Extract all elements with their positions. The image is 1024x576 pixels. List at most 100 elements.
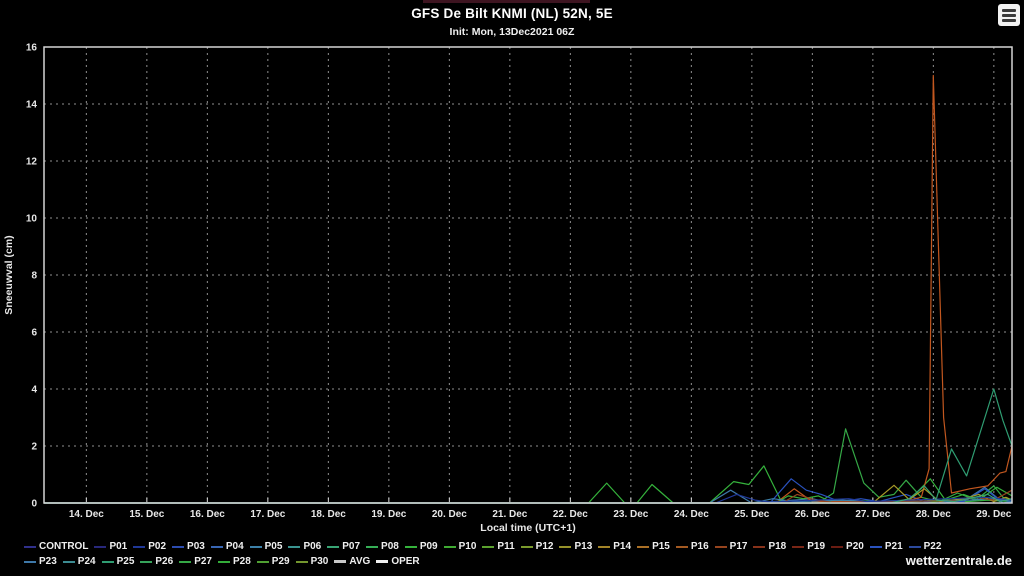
legend-label: AVG xyxy=(349,556,370,567)
legend-swatch xyxy=(288,546,300,548)
x-tick-label: 20. Dec xyxy=(432,509,467,520)
legend-swatch xyxy=(676,546,688,548)
legend-label: P21 xyxy=(885,541,903,552)
legend-item-oper: OPER xyxy=(376,556,419,567)
legend-item-p02: P02 xyxy=(133,541,166,552)
legend-swatch xyxy=(250,546,262,548)
legend-label: P10 xyxy=(459,541,477,552)
legend-item-p25: P25 xyxy=(102,556,135,567)
legend-item-avg: AVG xyxy=(334,556,370,567)
series-P27 xyxy=(44,429,1012,503)
legend-item-p10: P10 xyxy=(444,541,477,552)
x-tick-label: 21. Dec xyxy=(492,509,527,520)
legend-item-p23: P23 xyxy=(24,556,57,567)
legend-swatch xyxy=(179,561,191,563)
legend-swatch xyxy=(24,561,36,563)
y-tick-label: 14 xyxy=(26,100,38,111)
y-tick-label: 12 xyxy=(26,157,38,168)
x-tick-label: 27. Dec xyxy=(855,509,890,520)
legend-item-p22: P22 xyxy=(909,541,942,552)
y-tick-label: 2 xyxy=(31,442,37,453)
legend-label: P30 xyxy=(311,556,329,567)
y-tick-label: 0 xyxy=(31,499,37,510)
x-tick-label: 19. Dec xyxy=(371,509,406,520)
legend-swatch xyxy=(140,561,152,563)
legend-row-1: CONTROLP01P02P03P04P05P06P07P08P09P10P11… xyxy=(24,539,1014,554)
snowfall-ensemble-chart: 024681012141614. Dec15. Dec16. Dec17. De… xyxy=(0,0,1024,576)
x-tick-label: 28. Dec xyxy=(916,509,951,520)
legend-label: P29 xyxy=(272,556,290,567)
y-tick-label: 16 xyxy=(26,43,38,54)
legend-swatch xyxy=(559,546,571,548)
legend-label: P06 xyxy=(303,541,321,552)
legend-label: P11 xyxy=(497,541,514,552)
legend-label: P02 xyxy=(148,541,166,552)
legend-item-p29: P29 xyxy=(257,556,290,567)
legend-swatch xyxy=(831,546,843,548)
legend-item-p18: P18 xyxy=(753,541,786,552)
y-axis-title: Sneeuwval (cm) xyxy=(3,235,15,314)
x-tick-label: 23. Dec xyxy=(613,509,648,520)
legend-label: P09 xyxy=(420,541,438,552)
legend-label: P15 xyxy=(652,541,670,552)
x-tick-label: 22. Dec xyxy=(553,509,588,520)
legend-item-p13: P13 xyxy=(559,541,592,552)
x-tick-label: 15. Dec xyxy=(129,509,164,520)
series-P13 xyxy=(44,485,1012,503)
legend-label: P19 xyxy=(807,541,825,552)
series-P07 xyxy=(44,486,1012,503)
legend-item-p21: P21 xyxy=(870,541,903,552)
legend-swatch xyxy=(24,546,36,548)
legend-swatch xyxy=(376,560,388,563)
watermark: wetterzentrale.de xyxy=(906,553,1012,568)
y-tick-label: 8 xyxy=(31,271,37,282)
legend-label: P18 xyxy=(768,541,786,552)
series-P15 xyxy=(44,76,1012,504)
series-P02 xyxy=(44,494,1012,503)
x-tick-label: 16. Dec xyxy=(190,509,225,520)
legend-label: OPER xyxy=(391,556,419,567)
legend-swatch xyxy=(211,546,223,548)
x-tick-label: 14. Dec xyxy=(69,509,104,520)
legend-swatch xyxy=(792,546,804,548)
legend-label: P24 xyxy=(78,556,96,567)
legend-swatch xyxy=(482,546,494,548)
legend-item-p17: P17 xyxy=(715,541,748,552)
legend-item-p07: P07 xyxy=(327,541,360,552)
ensemble-chart-page: GFS De Bilt KNMI (NL) 52N, 5E Init: Mon,… xyxy=(0,0,1024,576)
legend-item-p28: P28 xyxy=(218,556,251,567)
legend-swatch xyxy=(133,546,145,548)
x-tick-label: 18. Dec xyxy=(311,509,346,520)
legend-item-p30: P30 xyxy=(296,556,329,567)
legend-swatch xyxy=(753,546,765,548)
legend-swatch xyxy=(444,546,456,548)
legend-swatch xyxy=(218,561,230,563)
legend-swatch xyxy=(94,546,106,548)
legend-label: P12 xyxy=(536,541,554,552)
legend-swatch xyxy=(637,546,649,548)
legend-swatch xyxy=(598,546,610,548)
legend-label: P08 xyxy=(381,541,399,552)
legend-swatch xyxy=(909,546,921,548)
legend-item-p08: P08 xyxy=(366,541,399,552)
legend-label: P01 xyxy=(109,541,127,552)
legend-item-p24: P24 xyxy=(63,556,96,567)
x-axis-title: Local time (UTC+1) xyxy=(480,522,575,534)
legend-swatch xyxy=(327,546,339,548)
legend-swatch xyxy=(63,561,75,563)
legend-item-p19: P19 xyxy=(792,541,825,552)
legend-label: P27 xyxy=(194,556,212,567)
legend-item-p12: P12 xyxy=(521,541,554,552)
legend-swatch xyxy=(521,546,533,548)
legend-item-p09: P09 xyxy=(405,541,438,552)
legend-item-p16: P16 xyxy=(676,541,709,552)
legend-swatch xyxy=(334,560,346,563)
legend: CONTROLP01P02P03P04P05P06P07P08P09P10P11… xyxy=(24,539,1014,569)
legend-label: P07 xyxy=(342,541,360,552)
y-tick-label: 6 xyxy=(31,328,37,339)
series-P21 xyxy=(44,479,1012,503)
x-tick-label: 17. Dec xyxy=(250,509,285,520)
legend-item-p20: P20 xyxy=(831,541,864,552)
legend-label: P16 xyxy=(691,541,709,552)
legend-label: P14 xyxy=(613,541,631,552)
